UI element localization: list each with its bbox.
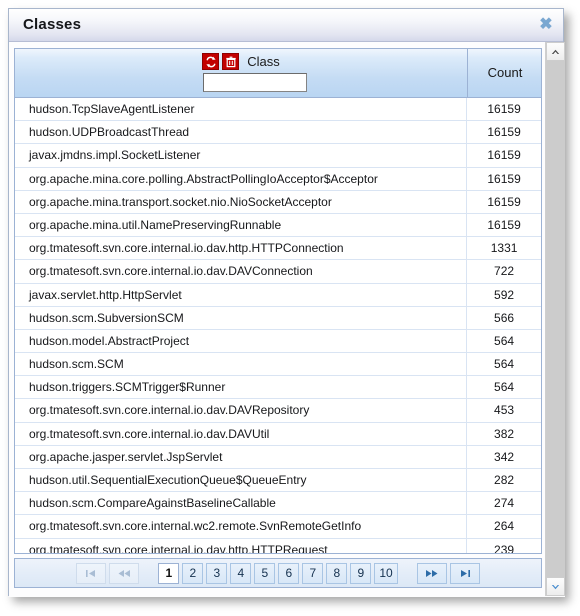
cell-class: javax.jmdns.impl.SocketListener — [15, 144, 468, 167]
cell-class: hudson.scm.SubversionSCM — [15, 306, 468, 329]
cell-class: hudson.scm.CompareAgainstBaselineCallabl… — [15, 492, 468, 515]
cell-count: 564 — [494, 333, 515, 348]
pagination-page-6[interactable]: 6 — [278, 562, 300, 584]
table-row[interactable]: org.tmatesoft.svn.core.internal.io.dav.D… — [15, 422, 541, 446]
grid-header-row: Class Count — [15, 49, 541, 98]
cell-class: org.apache.mina.util.NamePreservingRunna… — [15, 213, 468, 237]
trash-icon[interactable] — [222, 53, 240, 70]
column-header-class[interactable]: Class — [15, 49, 468, 97]
cell-class: org.tmatesoft.svn.core.internal.io.dav.D… — [15, 399, 468, 422]
column-header-count[interactable]: Count — [468, 49, 541, 97]
cell-count: 592 — [494, 287, 515, 302]
refresh-icon[interactable] — [202, 53, 220, 70]
pagination-page-10[interactable]: 10 — [374, 562, 398, 584]
cell-count: 1331 — [490, 241, 518, 256]
cell-count: 564 — [494, 357, 515, 372]
class-filter-input[interactable] — [203, 73, 307, 92]
close-icon[interactable]: ✖ — [536, 15, 556, 35]
pagination-page-1[interactable]: 1 — [158, 562, 180, 584]
pagination-page-5[interactable]: 5 — [254, 562, 276, 584]
cell-count: 274 — [494, 496, 515, 511]
table-row[interactable]: org.tmatesoft.svn.core.internal.io.dav.D… — [15, 260, 541, 284]
cell-class: org.tmatesoft.svn.core.internal.io.dav.D… — [15, 260, 468, 283]
table-row[interactable]: hudson.triggers.SCMTrigger$Runner 564 — [15, 376, 541, 400]
cell-class: hudson.model.AbstractProject — [15, 329, 468, 353]
table-row[interactable]: hudson.scm.SubversionSCM 566 — [15, 306, 541, 330]
pagination-next-button[interactable] — [416, 562, 447, 584]
table-row[interactable]: org.tmatesoft.svn.core.internal.io.dav.h… — [15, 538, 541, 553]
grid-rows: hudson.TcpSlaveAgentListener 16159 hudson.… — [15, 98, 541, 553]
table-row[interactable]: javax.jmdns.impl.SocketListener 16159 — [15, 144, 541, 168]
cell-class: hudson.UDPBroadcastThread — [15, 121, 468, 144]
cell-count: 239 — [494, 542, 515, 553]
cell-class: org.tmatesoft.svn.core.internal.io.dav.D… — [15, 422, 468, 445]
cell-count: 382 — [494, 426, 515, 441]
pagination-page-7[interactable]: 7 — [302, 562, 324, 584]
cell-class: hudson.TcpSlaveAgentListener — [15, 98, 468, 121]
scroll-down-icon[interactable] — [546, 577, 565, 596]
cell-class: hudson.util.SequentialExecutionQueue$Que… — [15, 469, 468, 492]
cell-count: 16159 — [487, 102, 521, 116]
pagination-page-4[interactable]: 4 — [230, 562, 252, 584]
table-row[interactable]: hudson.util.SequentialExecutionQueue$Que… — [15, 469, 541, 493]
pagination-page-8[interactable]: 8 — [326, 562, 348, 584]
cell-class: hudson.scm.SCM — [15, 353, 468, 376]
cell-count: 564 — [494, 380, 515, 395]
table-row[interactable]: hudson.model.AbstractProject 564 — [15, 329, 541, 354]
header-toolbar: Class — [15, 53, 467, 70]
pagination-page-2[interactable]: 2 — [182, 562, 204, 584]
column-header-count-label: Count — [487, 65, 523, 80]
table-row[interactable]: org.apache.mina.transport.socket.nio.Nio… — [15, 190, 541, 214]
cell-class: org.apache.jasper.servlet.JspServlet — [15, 445, 468, 468]
table-row[interactable]: org.apache.mina.core.polling.AbstractPol… — [15, 167, 541, 191]
cell-count: 342 — [494, 449, 515, 464]
cell-class: org.apache.mina.core.polling.AbstractPol… — [15, 167, 468, 190]
cell-count: 16159 — [487, 194, 521, 209]
table-row[interactable]: org.tmatesoft.svn.core.internal.io.dav.h… — [15, 237, 541, 261]
table-row[interactable]: org.apache.jasper.servlet.JspServlet 342 — [15, 445, 541, 469]
column-header-class-label: Class — [247, 54, 280, 69]
cell-class: org.apache.mina.transport.socket.nio.Nio… — [15, 190, 468, 213]
cell-class: org.tmatesoft.svn.core.internal.io.dav.h… — [15, 538, 468, 553]
cell-count: 16159 — [487, 148, 521, 163]
cell-count: 264 — [494, 519, 515, 534]
table-row[interactable]: hudson.UDPBroadcastThread 16159 — [15, 121, 541, 145]
pagination-page-3[interactable]: 3 — [206, 562, 228, 584]
cell-count: 722 — [494, 264, 515, 279]
table-row[interactable]: org.tmatesoft.svn.core.internal.io.dav.D… — [15, 399, 541, 423]
cell-class: org.tmatesoft.svn.core.internal.io.dav.h… — [15, 237, 468, 260]
cell-count: 282 — [494, 473, 515, 487]
pagination-page-9[interactable]: 9 — [350, 562, 372, 584]
table-row[interactable]: org.tmatesoft.svn.core.internal.wc2.remo… — [15, 515, 541, 539]
vertical-scrollbar[interactable] — [545, 42, 565, 596]
table-row[interactable]: hudson.scm.CompareAgainstBaselineCallabl… — [15, 492, 541, 516]
dialog-body: Class Count hudson.TcpSlaveAgentListener… — [9, 42, 565, 597]
cell-count: 16159 — [487, 125, 521, 140]
cell-count: 16159 — [487, 217, 521, 232]
table-row[interactable]: hudson.scm.SCM 564 — [15, 353, 541, 377]
classes-dialog: Classes ✖ Class Count hudson.TcpSlaveAge… — [8, 8, 565, 597]
cell-count: 566 — [494, 310, 515, 325]
table-row[interactable]: javax.servlet.http.HttpServlet 592 — [15, 283, 541, 307]
dialog-title: Classes — [23, 16, 82, 33]
pagination-bar: 1 2 3 4 5 6 7 8 9 10 — [14, 558, 542, 588]
cell-class: hudson.triggers.SCMTrigger$Runner — [15, 376, 468, 399]
pagination-prev-button[interactable] — [109, 562, 140, 584]
cell-count: 453 — [494, 403, 515, 418]
pagination-last-button[interactable] — [449, 562, 480, 584]
pagination-first-button[interactable] — [76, 562, 107, 584]
table-row[interactable]: hudson.TcpSlaveAgentListener 16159 — [15, 98, 541, 122]
cell-class: javax.servlet.http.HttpServlet — [15, 283, 468, 306]
table-row[interactable]: org.apache.mina.util.NamePreservingRunna… — [15, 213, 541, 238]
dialog-titlebar: Classes ✖ — [9, 9, 563, 42]
scroll-up-icon[interactable] — [546, 42, 565, 61]
scrollbar-track[interactable] — [546, 61, 565, 577]
cell-class: org.tmatesoft.svn.core.internal.wc2.remo… — [15, 515, 468, 538]
classes-grid: Class Count hudson.TcpSlaveAgentListener… — [14, 48, 542, 554]
cell-count: 16159 — [487, 171, 521, 186]
